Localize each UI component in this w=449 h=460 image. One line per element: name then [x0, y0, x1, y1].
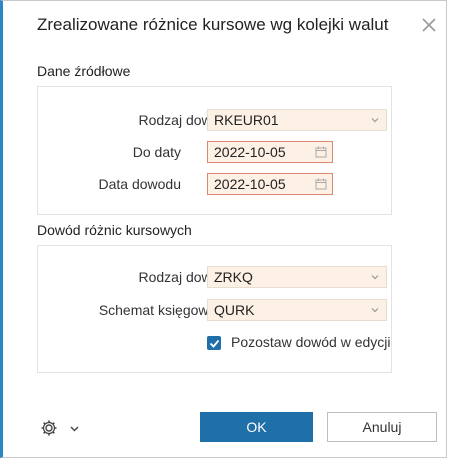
gear-icon[interactable] [40, 419, 58, 437]
cancel-button[interactable]: Anuluj [327, 412, 437, 442]
source-panel: Rodzaj dowodu RKEUR01 Do daty 2022-10-05… [37, 86, 392, 215]
source-doc-type-value: RKEUR01 [214, 112, 279, 128]
chevron-down-icon[interactable] [69, 423, 80, 434]
chevron-down-icon [371, 118, 379, 123]
ok-button[interactable]: OK [200, 412, 313, 442]
calendar-icon[interactable] [315, 178, 327, 190]
diff-doc-scheme-value: QURK [214, 302, 255, 318]
source-doc-type-select[interactable]: RKEUR01 [207, 109, 387, 131]
keep-in-edit-label[interactable]: Pozostaw dowód w edycji [231, 334, 391, 350]
source-to-date-value: 2022-10-05 [214, 144, 286, 160]
section-diff-doc-title: Dowód różnic kursowych [37, 222, 192, 238]
section-source-title: Dane źródłowe [37, 63, 131, 79]
diff-doc-type-value: ZRKQ [214, 269, 253, 285]
dialog: Zrealizowane różnice kursowe wg kolejki … [0, 0, 447, 458]
source-doc-date-value: 2022-10-05 [214, 176, 286, 192]
source-to-date-label: Do daty [132, 144, 181, 160]
source-doc-date-field[interactable]: 2022-10-05 [207, 173, 333, 195]
chevron-down-icon [371, 275, 379, 280]
close-button[interactable] [418, 14, 440, 36]
close-icon [422, 18, 436, 32]
keep-in-edit-checkbox[interactable] [207, 336, 221, 350]
dialog-title: Zrealizowane różnice kursowe wg kolejki … [37, 15, 389, 34]
source-to-date-field[interactable]: 2022-10-05 [207, 141, 333, 163]
chevron-down-icon [371, 308, 379, 313]
diff-doc-type-select[interactable]: ZRKQ [207, 266, 387, 288]
source-doc-date-label: Data dowodu [98, 176, 181, 192]
calendar-icon[interactable] [315, 146, 327, 158]
diff-doc-scheme-select[interactable]: QURK [207, 299, 387, 321]
check-icon [209, 339, 219, 348]
diff-doc-panel: Rodzaj dowodu ZRKQ Schemat księgowania Q… [37, 245, 392, 373]
